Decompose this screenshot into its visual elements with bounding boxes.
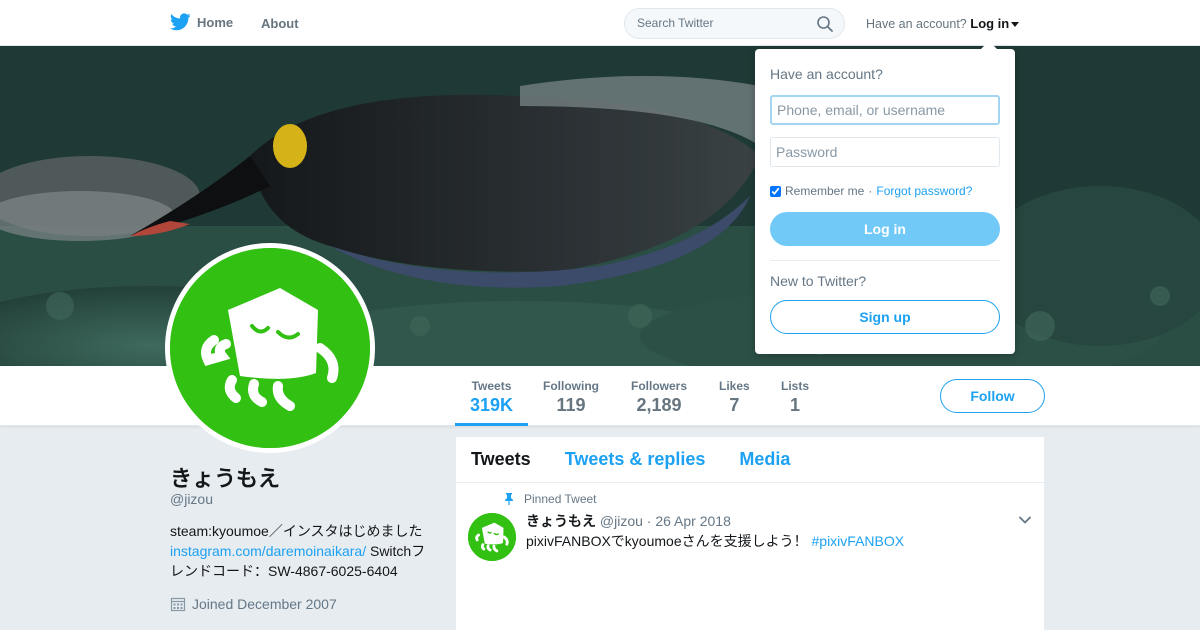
bio-link[interactable]: instagram.com/daremoinaikara/ xyxy=(170,543,366,559)
stat-tweets[interactable]: Tweets 319K xyxy=(470,379,513,416)
active-stat-underline xyxy=(455,423,528,426)
profile-avatar[interactable] xyxy=(165,243,375,453)
tweet-author-name[interactable]: きょうもえ xyxy=(526,513,596,529)
tab-tweets-replies[interactable]: Tweets & replies xyxy=(565,449,706,470)
new-to-twitter-label: New to Twitter? xyxy=(770,273,867,289)
remember-checkbox[interactable] xyxy=(770,185,781,197)
tab-tweets[interactable]: Tweets xyxy=(471,449,531,470)
squid-mascot-icon xyxy=(468,513,516,561)
follow-button[interactable]: Follow xyxy=(940,379,1045,413)
account-prompt: Have an account? xyxy=(866,17,967,31)
stat-lists-value: 1 xyxy=(790,395,801,415)
login-dropdown: Have an account? Remember me · Forgot pa… xyxy=(755,41,1015,354)
stat-tweets-value: 319K xyxy=(470,395,514,415)
remember-row: Remember me · Forgot password? xyxy=(770,184,972,198)
signup-button[interactable]: Sign up xyxy=(770,300,1000,334)
caret-down-icon xyxy=(1011,22,1020,28)
nav-home-label: Home xyxy=(197,14,234,30)
remember-separator: · xyxy=(868,184,873,198)
twitter-bird-icon xyxy=(170,13,191,31)
profile-joined: Joined December 2007 xyxy=(170,596,337,612)
stat-likes-label: Likes xyxy=(719,379,750,393)
nav-about-link[interactable]: About xyxy=(261,16,299,31)
pin-icon xyxy=(505,493,513,505)
login-button[interactable]: Log in xyxy=(770,212,1000,246)
tweet-hashtag[interactable]: #pixivFANBOX xyxy=(812,533,905,549)
search-box[interactable] xyxy=(624,8,845,39)
tweet-author-handle[interactable]: @jizou xyxy=(600,513,643,529)
profile-name: きょうもえ xyxy=(170,466,281,491)
login-link-label: Log in xyxy=(970,16,1010,31)
dropdown-title: Have an account? xyxy=(770,66,883,82)
forgot-password-link[interactable]: Forgot password? xyxy=(876,184,972,198)
remember-label[interactable]: Remember me xyxy=(785,184,864,198)
stat-followers[interactable]: Followers 2,189 xyxy=(631,379,687,416)
stat-following-value: 119 xyxy=(556,395,586,415)
avatar-image xyxy=(170,248,370,448)
stat-lists[interactable]: Lists 1 xyxy=(781,379,809,416)
tweet-avatar[interactable] xyxy=(468,513,516,561)
stat-lists-label: Lists xyxy=(781,379,810,393)
dropdown-arrow xyxy=(981,41,997,49)
stat-following[interactable]: Following 119 xyxy=(543,379,599,416)
bio-line1: steam:kyoumoe／インスタはじめました xyxy=(170,523,423,539)
account-menu: Have an account? Log in xyxy=(866,16,1020,31)
nav-home-link[interactable]: Home xyxy=(170,13,233,31)
joined-text: Joined December 2007 xyxy=(192,596,337,612)
chevron-down-icon[interactable] xyxy=(1018,513,1032,527)
username-field[interactable] xyxy=(770,95,1000,125)
search-input[interactable] xyxy=(637,16,807,30)
tweet-body: pixivFANBOXでkyoumoeさんを支援しよう！ xyxy=(526,533,808,549)
profile-bio: steam:kyoumoe／インスタはじめました instagram.com/d… xyxy=(170,521,430,581)
stat-likes-value: 7 xyxy=(729,395,740,415)
pinned-label-row: Pinned Tweet xyxy=(504,492,597,506)
profile-handle[interactable]: @jizou xyxy=(170,491,213,507)
dropdown-divider xyxy=(770,260,1000,261)
login-dropdown-toggle[interactable]: Log in xyxy=(970,16,1020,31)
timeline: Tweets Tweets & replies Media Pinned Twe… xyxy=(456,437,1044,630)
pinned-tweet[interactable]: Pinned Tweet きょうもえ @jizou · 26 Apr 2018 … xyxy=(456,483,1044,630)
stat-tweets-label: Tweets xyxy=(471,379,512,393)
pinned-label: Pinned Tweet xyxy=(524,492,597,506)
tab-media[interactable]: Media xyxy=(739,449,790,470)
top-nav: Home About Have an account? Log in xyxy=(0,0,1200,46)
stat-likes[interactable]: Likes 7 xyxy=(719,379,750,416)
stat-followers-label: Followers xyxy=(631,379,688,393)
timeline-tabs: Tweets Tweets & replies Media xyxy=(456,437,1044,483)
tweet-date[interactable]: · 26 Apr 2018 xyxy=(647,513,731,529)
search-icon[interactable] xyxy=(816,15,834,33)
stat-followers-value: 2,189 xyxy=(636,395,682,415)
tweet-text: pixivFANBOXでkyoumoeさんを支援しよう！ #pixivFANBO… xyxy=(526,531,904,551)
stat-following-label: Following xyxy=(543,379,599,393)
tweet-header: きょうもえ @jizou · 26 Apr 2018 xyxy=(526,511,731,531)
password-field[interactable] xyxy=(770,137,1000,167)
calendar-icon xyxy=(170,597,186,612)
squid-mascot-icon xyxy=(170,248,370,448)
